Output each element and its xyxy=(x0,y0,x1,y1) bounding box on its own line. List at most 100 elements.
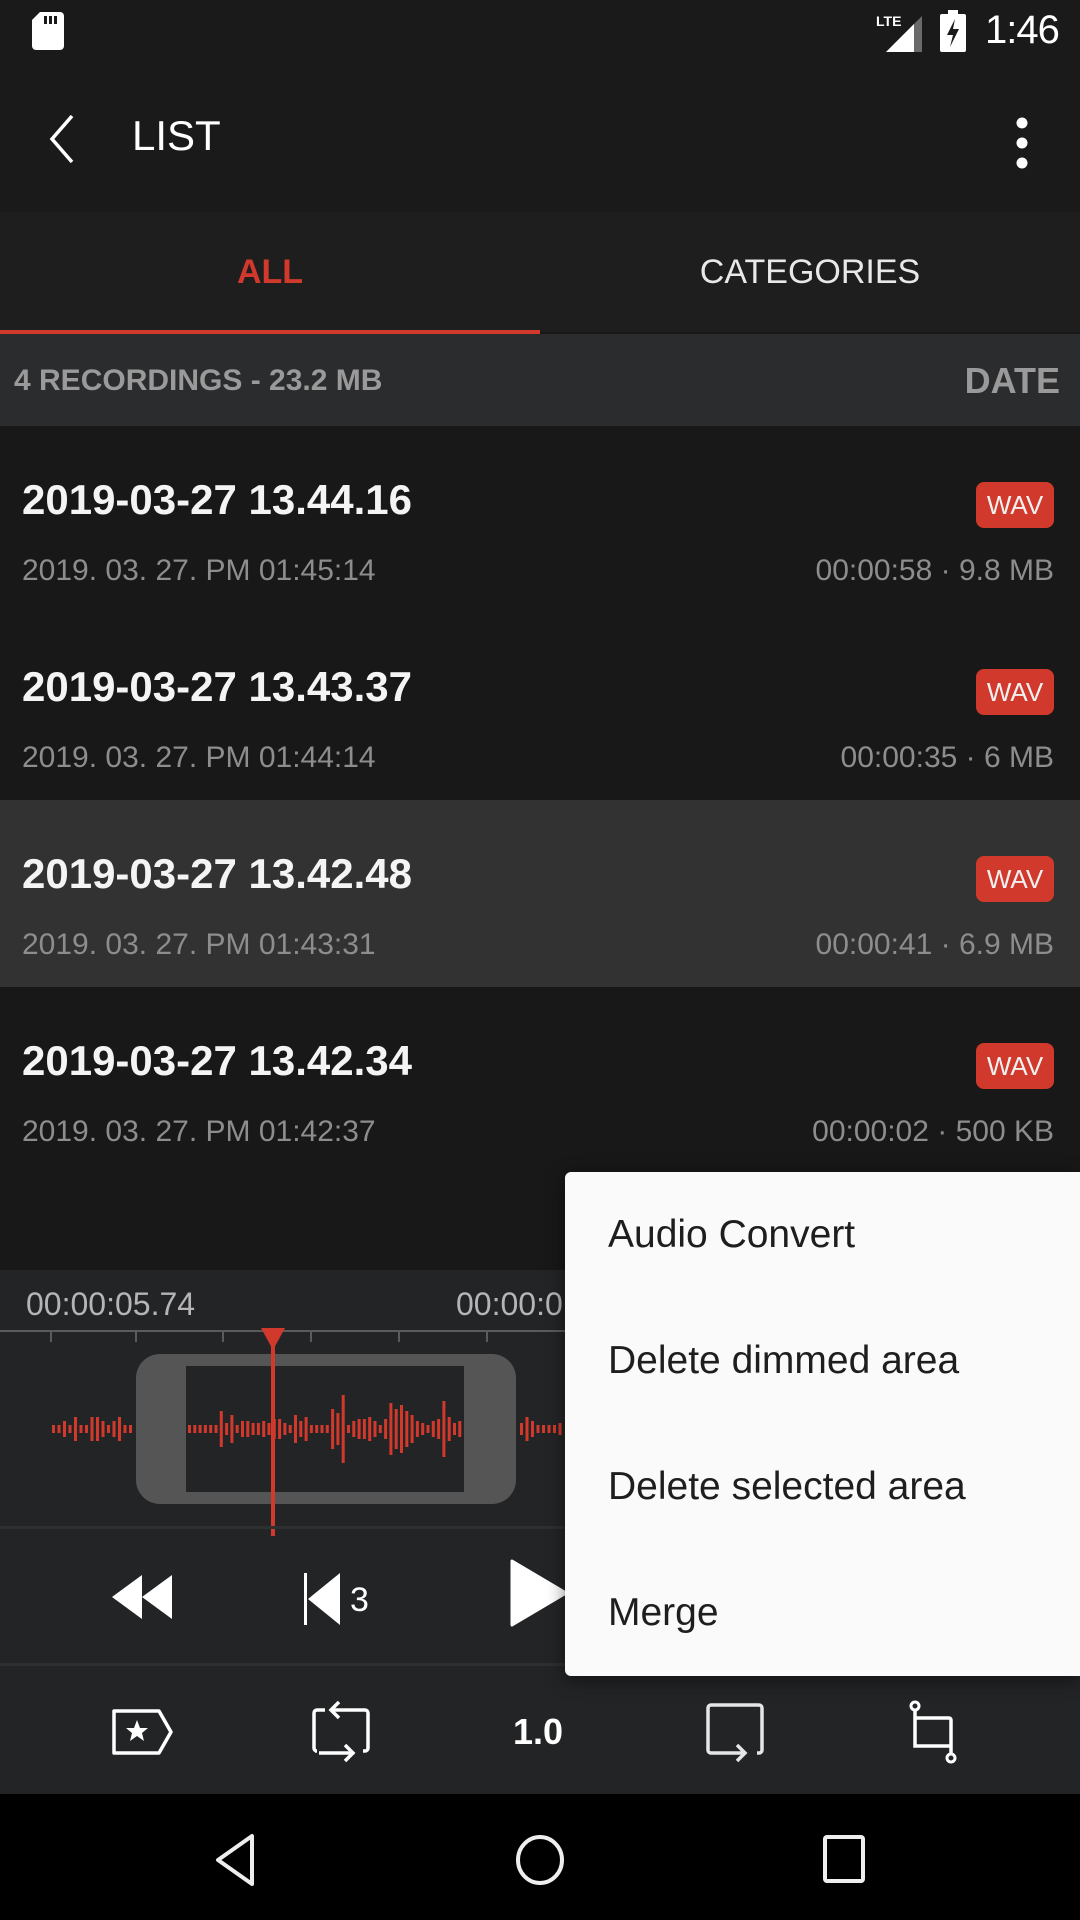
waveform-bar xyxy=(531,1421,534,1437)
bookmark-button[interactable] xyxy=(108,1700,178,1764)
ruler-tick xyxy=(135,1330,137,1342)
waveform-bar xyxy=(203,1425,207,1433)
waveform-bar xyxy=(129,1425,132,1433)
format-badge: WAV xyxy=(976,1043,1054,1089)
ruler-tick xyxy=(50,1330,52,1342)
crop-button[interactable] xyxy=(898,1700,968,1764)
system-nav-bar xyxy=(0,1794,1080,1920)
waveform-bar xyxy=(520,1423,523,1435)
waveform-bar xyxy=(458,1421,462,1437)
waveform-bar xyxy=(553,1425,556,1433)
format-badge: WAV xyxy=(976,482,1054,528)
waveform-bar xyxy=(304,1417,308,1441)
nav-recents-icon[interactable] xyxy=(822,1834,866,1884)
recording-date: 2019. 03. 27. PM 01:44:14 xyxy=(22,741,376,774)
waveform-bar xyxy=(74,1417,77,1441)
waveform-bar xyxy=(90,1417,94,1441)
waveform-bar xyxy=(558,1423,562,1435)
waveform-bar xyxy=(85,1425,88,1433)
waveform-bar xyxy=(415,1421,419,1437)
waveform-bar xyxy=(431,1421,435,1437)
edit-toolbar: 1.0 xyxy=(0,1666,1080,1794)
menu-item-delete-dimmed-area[interactable]: Delete dimmed area xyxy=(565,1298,1080,1424)
waveform-bar xyxy=(299,1421,303,1437)
timeline-time-next: 00:00:0 xyxy=(456,1286,563,1322)
waveform-bar xyxy=(341,1395,345,1463)
waveform-bar xyxy=(188,1425,191,1433)
waveform-bar xyxy=(278,1419,282,1439)
waveform-bar xyxy=(336,1413,340,1445)
waveform-bar xyxy=(536,1425,540,1433)
waveform-bar xyxy=(542,1425,545,1433)
recording-name: 2019-03-27 13.42.34 xyxy=(22,1037,412,1084)
lte-signal-icon: LTE xyxy=(876,13,922,52)
waveform-bar xyxy=(96,1417,99,1441)
nav-home-icon[interactable] xyxy=(514,1832,566,1888)
waveform-bar xyxy=(352,1421,356,1437)
waveform-bar xyxy=(437,1419,441,1439)
playback-speed-button[interactable]: 1.0 xyxy=(503,1700,573,1764)
sort-by-date-button[interactable]: DATE xyxy=(965,360,1060,402)
repeat-button[interactable] xyxy=(306,1700,376,1764)
waveform-bar xyxy=(410,1415,414,1443)
waveform-bar xyxy=(193,1425,197,1433)
waveform-bar xyxy=(230,1415,234,1443)
waveform-bar xyxy=(325,1425,329,1433)
recording-row[interactable]: 2019-03-27 13.43.37 WAV 2019. 03. 27. PM… xyxy=(0,613,1080,800)
waveform-bar xyxy=(347,1425,350,1433)
app-bar: LIST xyxy=(0,64,1080,212)
recording-duration-size: 00:00:58 · 9.8 MB xyxy=(815,554,1054,587)
waveform-bar xyxy=(112,1421,116,1437)
more-vertical-icon[interactable] xyxy=(1002,108,1042,178)
menu-item-delete-selected-area[interactable]: Delete selected area xyxy=(565,1424,1080,1550)
waveform-bar xyxy=(107,1425,110,1433)
tab-all[interactable]: ALL xyxy=(0,212,540,332)
skip-back-button[interactable]: 3 xyxy=(304,1573,384,1625)
play-icon[interactable] xyxy=(510,1559,566,1627)
waveform-bar xyxy=(426,1425,430,1433)
ruler-tick xyxy=(222,1330,224,1342)
nav-back-icon[interactable] xyxy=(212,1832,260,1888)
waveform-bar xyxy=(288,1425,292,1433)
waveform-bar xyxy=(315,1425,319,1433)
back-chevron-icon[interactable] xyxy=(40,104,88,174)
trim-button[interactable] xyxy=(700,1700,770,1764)
waveform-bar xyxy=(320,1425,324,1433)
context-menu: Audio Convert Delete dimmed area Delete … xyxy=(565,1172,1080,1676)
rewind-icon[interactable] xyxy=(112,1575,178,1619)
page-title: LIST xyxy=(132,112,221,159)
waveform-bar xyxy=(52,1425,55,1433)
playhead-line xyxy=(271,1338,275,1536)
waveform-bar xyxy=(63,1421,66,1437)
menu-item-merge[interactable]: Merge xyxy=(565,1550,1080,1676)
waveform-bar xyxy=(547,1425,551,1433)
waveform-bar xyxy=(294,1415,297,1443)
waveform-bar xyxy=(447,1417,451,1441)
skip-back-icon xyxy=(304,1573,340,1625)
list-summary-bar: 4 RECORDINGS - 23.2 MB DATE xyxy=(0,334,1080,426)
recording-row[interactable]: 2019-03-27 13.44.16 WAV 2019. 03. 27. PM… xyxy=(0,426,1080,613)
svg-text:LTE: LTE xyxy=(876,13,901,29)
waveform-bar xyxy=(357,1419,361,1439)
waveform-bar xyxy=(525,1417,529,1441)
waveform-bar xyxy=(101,1421,105,1437)
status-clock: 1:46 xyxy=(985,8,1060,52)
recording-row[interactable]: 2019-03-27 13.42.34 WAV 2019. 03. 27. PM… xyxy=(0,987,1080,1174)
timeline-time-start: 00:00:05.74 xyxy=(26,1286,196,1322)
crop-icon xyxy=(909,1700,957,1764)
recording-duration-size: 00:00:35 · 6 MB xyxy=(840,741,1054,774)
waveform-bar xyxy=(262,1421,266,1437)
waveform-bar xyxy=(421,1423,425,1435)
waveform-bar xyxy=(368,1417,372,1441)
waveform-bar xyxy=(256,1423,260,1435)
tab-categories[interactable]: CATEGORIES xyxy=(540,212,1080,332)
menu-item-audio-convert[interactable]: Audio Convert xyxy=(565,1172,1080,1298)
playhead-marker-icon[interactable] xyxy=(261,1328,285,1352)
waveform-bar xyxy=(389,1403,393,1455)
waveform-bar xyxy=(251,1423,255,1435)
recordings-list: 2019-03-27 13.44.16 WAV 2019. 03. 27. PM… xyxy=(0,426,1080,1174)
recording-row-selected[interactable]: 2019-03-27 13.42.48 WAV 2019. 03. 27. PM… xyxy=(0,800,1080,987)
skip-seconds-label: 3 xyxy=(350,1581,369,1619)
recording-name: 2019-03-27 13.42.48 xyxy=(22,850,412,897)
waveform-bar xyxy=(453,1423,456,1435)
